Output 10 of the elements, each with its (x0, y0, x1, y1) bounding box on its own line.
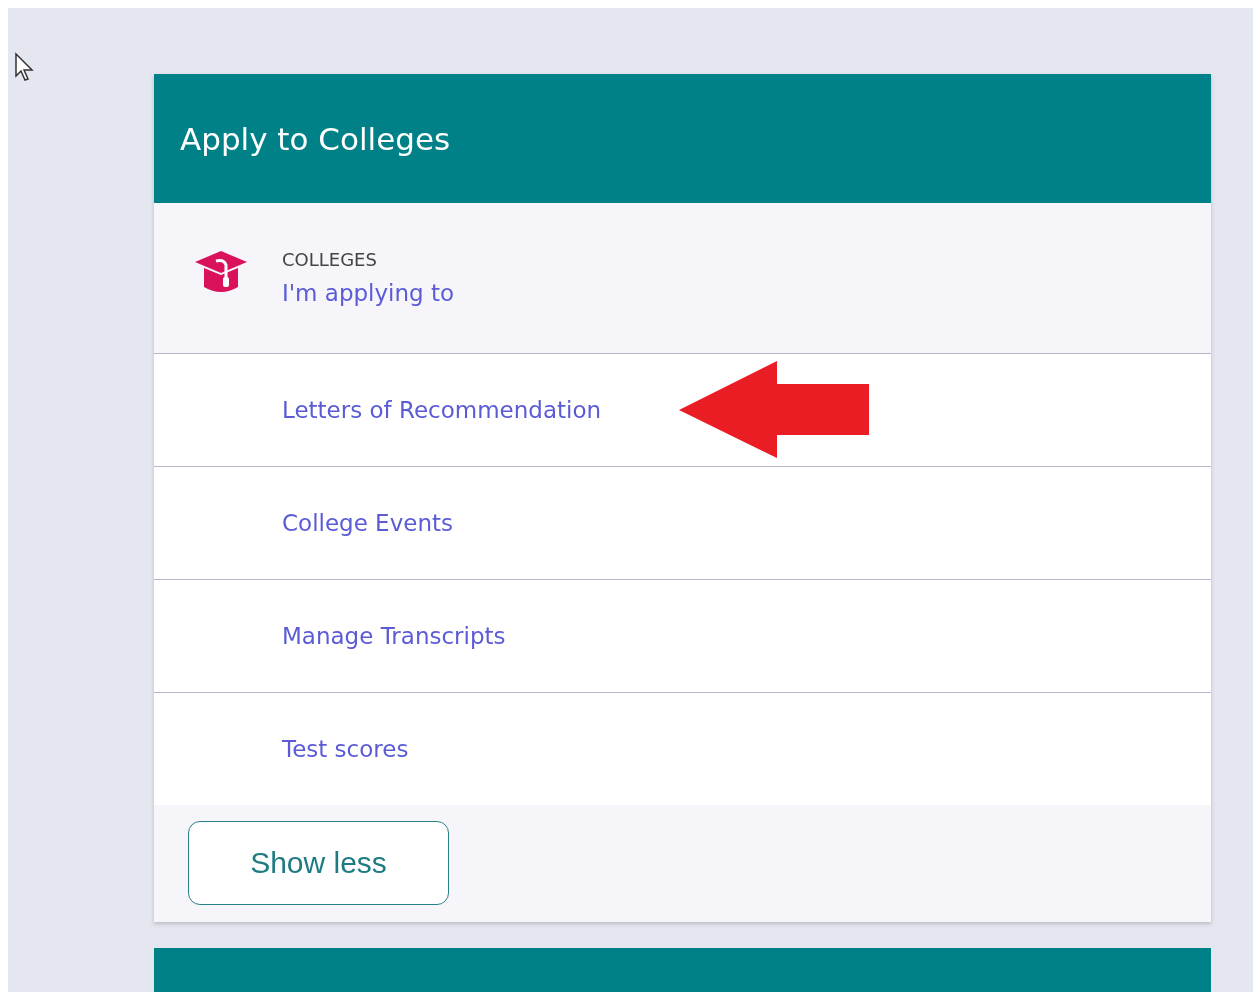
menu-link[interactable]: Letters of Recommendation (282, 397, 602, 423)
card-title: Apply to Colleges (180, 120, 451, 157)
section-label: COLLEGES (282, 249, 378, 270)
menu-link[interactable]: Test scores (282, 736, 409, 762)
menu-link[interactable]: College Events (282, 510, 453, 536)
mouse-cursor-icon (14, 52, 36, 82)
menu-link[interactable]: Manage Transcripts (282, 623, 506, 649)
graduation-cap-icon (194, 249, 248, 295)
show-less-button[interactable]: Show less (188, 821, 449, 905)
applying-link[interactable]: I'm applying to (282, 280, 455, 306)
